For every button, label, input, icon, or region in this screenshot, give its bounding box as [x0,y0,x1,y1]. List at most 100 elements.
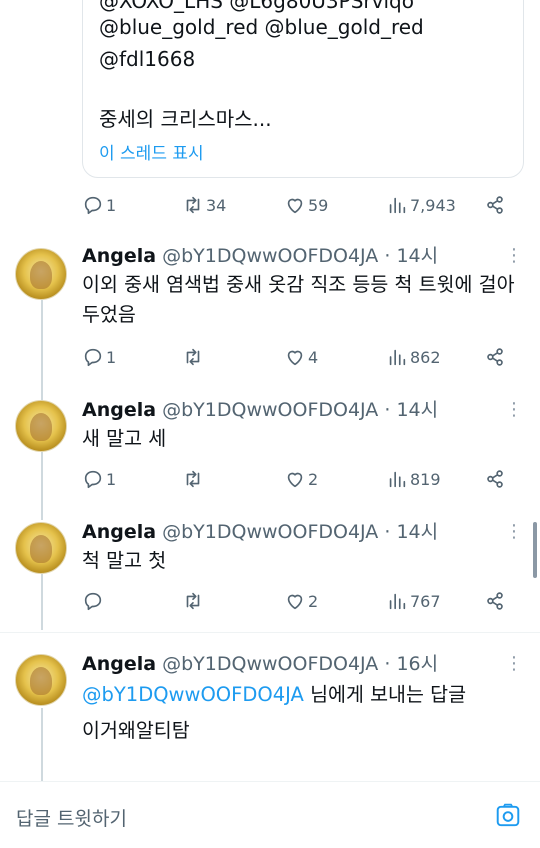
share-icon [487,348,503,366]
separator-dot: · [384,521,391,543]
reply-count: 1 [106,469,117,489]
like-count: 59 [308,195,329,215]
user-handle[interactable]: @bY1DQwwOOFDO4JA [162,653,378,675]
share-icon [487,592,503,610]
more-options-icon[interactable]: ⋮ [505,654,523,674]
like-button[interactable]: 2 [284,586,318,616]
reply-icon [84,470,102,489]
separator-dot: · [384,399,391,421]
reply-button[interactable]: 1 [82,464,116,494]
heart-icon [287,350,303,366]
tweet-text: @bY1DQwwOOFDO4JA 님에게 보내는 답글 [82,680,522,710]
display-name[interactable]: Angela [82,245,156,267]
share-button[interactable] [484,464,508,494]
views-button[interactable]: 862 [386,342,441,372]
section-divider [0,632,540,633]
heart-icon [287,198,303,214]
separator-dot: · [384,653,391,675]
like-count: 2 [308,591,319,611]
more-options-icon[interactable]: ⋮ [505,246,523,266]
user-handle[interactable]: @bY1DQwwOOFDO4JA [162,521,378,543]
quote-mentions-line2: @fdl1668 [99,47,196,71]
scrollbar[interactable] [533,522,537,578]
timestamp[interactable]: 14시 [396,399,438,421]
tweet-text: 척 말고 첫 [82,549,167,572]
views-button[interactable]: 7,943 [386,190,456,220]
thread-connector-line [41,574,43,630]
more-options-icon[interactable]: ⋮ [505,522,523,542]
retweet-button[interactable] [182,464,206,494]
quote-text: 중세의 크리스마스... [99,107,272,131]
share-button[interactable] [484,586,508,616]
separator-dot: · [384,245,391,267]
tweet-text-line2: 이거왜알티탐 [82,719,190,742]
retweet-button[interactable]: 34 [182,190,226,220]
share-button[interactable] [484,342,508,372]
heart-icon [287,594,303,610]
view-count: 819 [410,469,441,489]
thread-connector-line [41,708,43,784]
main-tweet-actions: 1 34 59 7,943 [82,190,512,220]
user-handle[interactable]: @bY1DQwwOOFDO4JA [162,399,378,421]
tweet-header: Angela @bY1DQwwOOFDO4JA · 16시 [82,652,438,676]
views-icon [389,349,406,366]
tweet-actions: 1 4 862 [82,342,512,372]
retweet-button[interactable] [182,586,206,616]
quoted-tweet-card[interactable]: @XOXO_LHS @L6g80U3PSrvlqo @blue_gold_red… [82,0,524,178]
retweet-icon [186,592,200,610]
view-count: 862 [410,347,441,367]
reply-input[interactable]: 답글 트윗하기 [16,804,127,831]
reply-button[interactable] [82,586,106,616]
tweet-actions: 1 2 819 [82,464,512,494]
tweet-header: Angela @bY1DQwwOOFDO4JA · 14시 [82,398,438,422]
views-icon [389,593,406,610]
timestamp[interactable]: 14시 [396,521,438,543]
quote-mentions-line1: @blue_gold_red @blue_gold_red [99,15,424,39]
reply-count: 1 [106,347,117,367]
show-thread-link[interactable]: 이 스레드 표시 [99,139,204,164]
like-button[interactable]: 59 [284,190,328,220]
user-handle[interactable]: @bY1DQwwOOFDO4JA [162,245,378,267]
share-button[interactable] [484,190,508,220]
retweet-icon [186,196,200,214]
reply-icon [84,348,102,367]
display-name[interactable]: Angela [82,399,156,421]
like-button[interactable]: 4 [284,342,318,372]
like-count: 4 [308,347,319,367]
view-count: 7,943 [410,195,456,215]
like-count: 2 [308,469,319,489]
heart-icon [287,472,303,488]
tweet-text: 새 말고 세 [82,427,167,450]
timestamp[interactable]: 16시 [396,653,438,675]
share-icon [487,196,503,214]
timestamp[interactable]: 14시 [396,245,438,267]
like-button[interactable]: 2 [284,464,318,494]
more-options-icon[interactable]: ⋮ [505,400,523,420]
reply-button[interactable]: 1 [82,342,116,372]
retweet-icon [186,348,200,366]
reply-composer-bar[interactable]: 답글 트윗하기 [0,781,540,848]
tweet-actions: 2 767 [82,586,512,616]
reply-icon [84,196,102,215]
reply-count: 1 [106,195,117,215]
views-button[interactable]: 819 [386,464,441,494]
retweet-count: 34 [206,195,227,215]
reply-context-text: 님에게 보내는 답글 [303,683,467,706]
mention-link[interactable]: @bY1DQwwOOFDO4JA [82,683,304,706]
retweet-button[interactable] [182,342,206,372]
avatar[interactable] [15,248,67,300]
display-name[interactable]: Angela [82,653,156,675]
tweet-text: 이외 중새 염색법 중새 옷감 직조 등등 척 트윗에 걸아두었음 [82,273,515,326]
avatar[interactable] [15,654,67,706]
camera-icon[interactable] [495,803,521,829]
avatar[interactable] [15,400,67,452]
reply-button[interactable]: 1 [82,190,116,220]
share-icon [487,470,503,488]
avatar[interactable] [15,522,67,574]
reply-icon [84,592,102,611]
display-name[interactable]: Angela [82,521,156,543]
thread-connector-line [41,452,43,520]
tweet-header: Angela @bY1DQwwOOFDO4JA · 14시 [82,244,438,268]
views-icon [389,197,406,214]
views-button[interactable]: 767 [386,586,441,616]
